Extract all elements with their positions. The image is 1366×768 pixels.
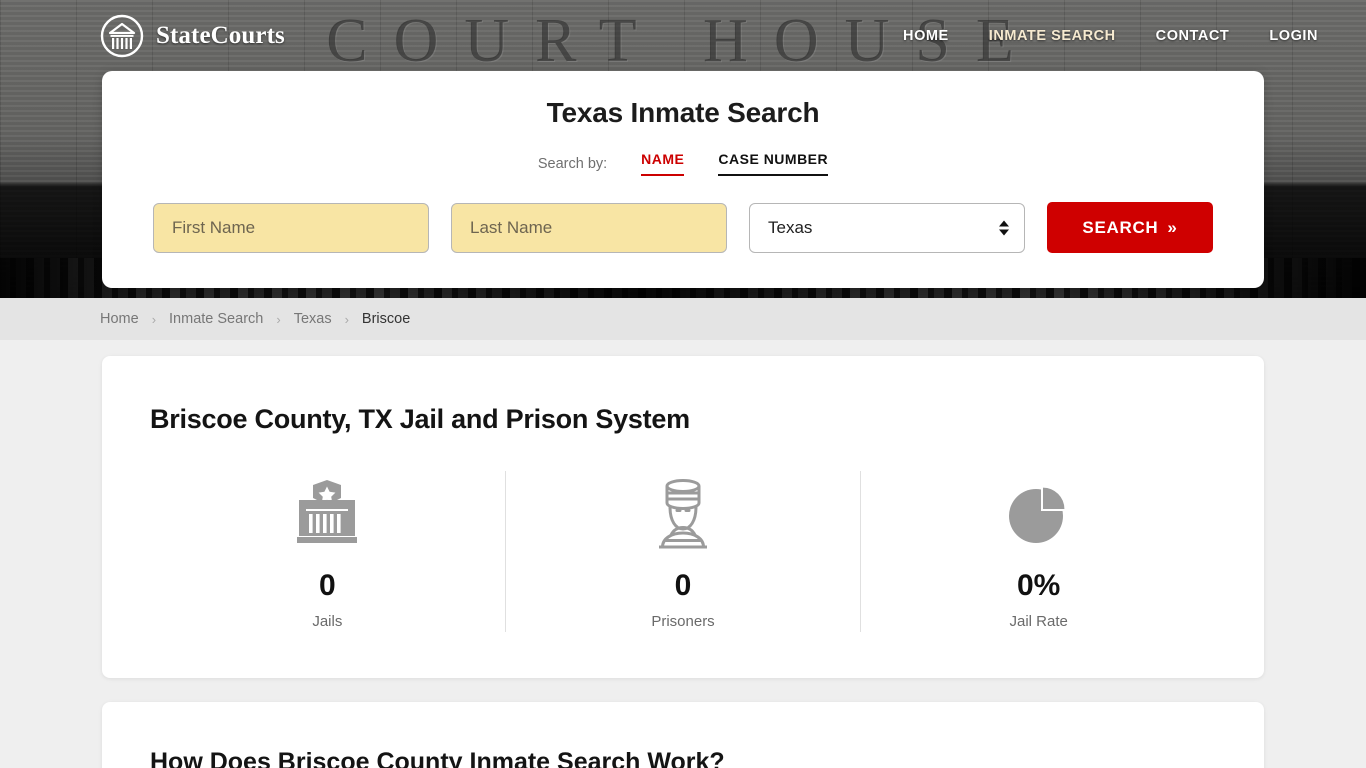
chevron-updown-icon [999, 220, 1009, 235]
search-button-label: SEARCH [1082, 217, 1159, 237]
page-title: Briscoe County, TX Jail and Prison Syste… [150, 404, 690, 434]
breadcrumb-item-inmate-search[interactable]: Inmate Search [169, 311, 263, 327]
breadcrumb-separator-icon: › [151, 311, 157, 327]
state-select[interactable]: Texas [749, 202, 1025, 253]
how-it-works-panel: How Does Briscoe County Inmate Search Wo… [102, 702, 1264, 768]
nav-item-inmate-search[interactable]: INMATE SEARCH [989, 28, 1116, 44]
prisoner-icon [506, 477, 861, 549]
nav-item-login[interactable]: LOGIN [1269, 28, 1318, 44]
breadcrumb-separator-icon: › [276, 311, 281, 327]
search-mode-tab-name[interactable]: NAME [641, 151, 685, 176]
search-button[interactable]: SEARCH » [1047, 202, 1213, 253]
breadcrumb: Home › Inmate Search › Texas › Briscoe [0, 298, 1366, 340]
breadcrumb-item-texas[interactable]: Texas [294, 311, 332, 327]
pie-chart-icon [861, 477, 1216, 549]
stat-prisoners-label: Prisoners [651, 613, 715, 630]
stat-jail-rate-label: Jail Rate [1009, 613, 1068, 630]
brand-name: StateCourts [156, 22, 285, 49]
nav-item-home[interactable]: HOME [903, 28, 949, 44]
how-it-works-title: How Does Briscoe County Inmate Search Wo… [150, 748, 725, 768]
search-card-title: Texas Inmate Search [546, 97, 820, 128]
nav-item-contact[interactable]: CONTACT [1156, 28, 1230, 44]
stats-row: 0 Jails 0 Prisoners 0% Jail Rate [150, 471, 1216, 632]
stat-jail-rate: 0% Jail Rate [860, 471, 1216, 632]
stat-prisoners: 0 Prisoners [504, 471, 861, 632]
top-bar: StateCourts HOME INMATE SEARCH CONTACT L… [0, 0, 1366, 72]
stat-jail-rate-value: 0% [1017, 569, 1061, 602]
page-content: Briscoe County, TX Jail and Prison Syste… [0, 340, 1366, 768]
search-by-label: Search by: [537, 155, 608, 172]
search-form-row: Texas SEARCH » [102, 202, 1264, 253]
stat-jails-label: Jails [312, 613, 343, 630]
double-chevron-right-icon: » [1167, 217, 1178, 237]
search-mode-row: Search by: NAME CASE NUMBER [102, 151, 1264, 176]
jail-building-icon [150, 477, 505, 549]
inmate-search-card: Texas Inmate Search Search by: NAME CASE… [102, 71, 1264, 288]
main-navigation: HOME INMATE SEARCH CONTACT LOGIN [903, 28, 1318, 44]
breadcrumb-item-briscoe: Briscoe [361, 311, 411, 327]
hero-section: COURT HOUSE StateCourts HOME INMATE SEAR… [0, 0, 1366, 298]
breadcrumb-separator-icon: › [344, 311, 349, 327]
search-mode-tab-case-number[interactable]: CASE NUMBER [718, 151, 829, 176]
first-name-input[interactable] [153, 202, 429, 253]
stat-prisoners-value: 0 [674, 569, 692, 602]
state-select-value: Texas [768, 217, 813, 237]
stat-jails-value: 0 [318, 569, 336, 602]
county-overview-panel: Briscoe County, TX Jail and Prison Syste… [102, 356, 1264, 678]
brand-logo-link[interactable]: StateCourts [100, 14, 285, 58]
stat-jails: 0 Jails [150, 471, 505, 632]
courthouse-logo-icon [100, 14, 144, 58]
breadcrumb-item-home[interactable]: Home [100, 311, 139, 327]
last-name-input[interactable] [451, 202, 727, 253]
